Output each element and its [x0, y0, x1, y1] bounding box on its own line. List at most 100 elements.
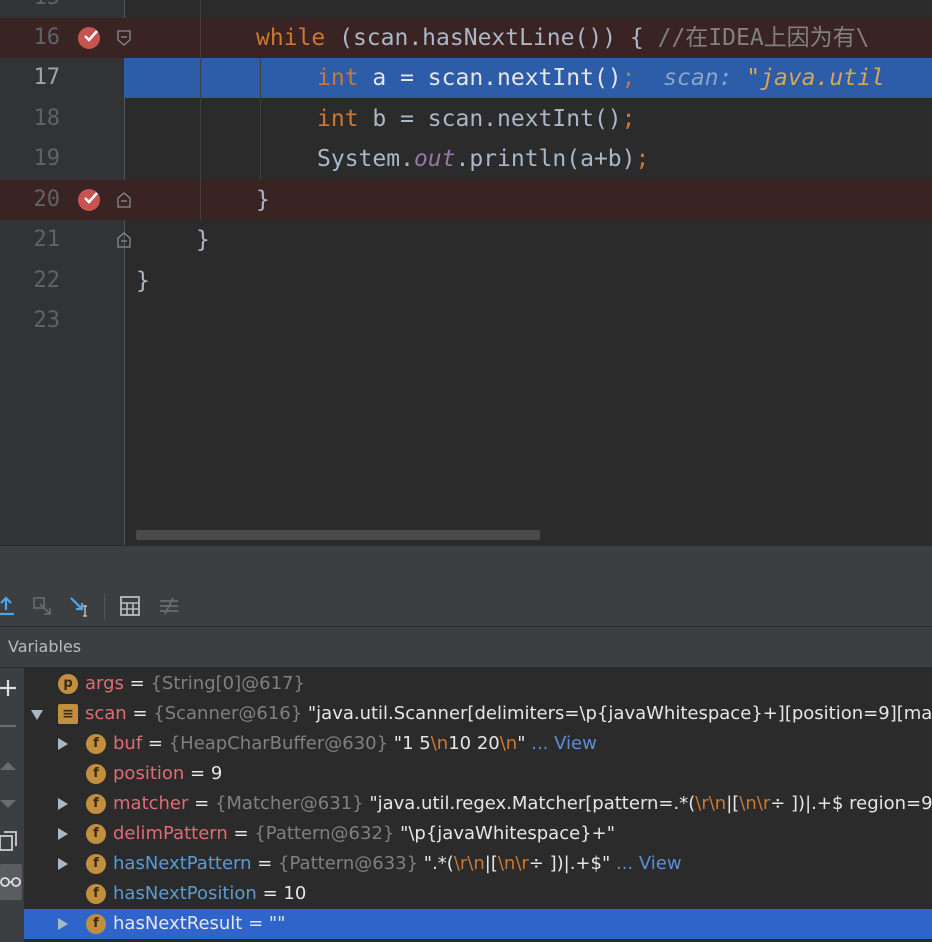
variable-row-delimPattern[interactable]: f delimPattern = {Pattern@632} "\p{javaW… [24, 819, 932, 849]
variable-row-scan[interactable]: ≡ scan = {Scanner@616} "java.util.Scanne… [24, 699, 932, 729]
variable-type: {Matcher@631} [214, 793, 364, 814]
variable-row-args[interactable]: p args = {String[0]@617} [24, 669, 932, 699]
code-line-18[interactable]: 18 int b = scan.nextInt(); [0, 99, 932, 139]
code-line-20[interactable]: 20 } [0, 180, 932, 220]
code-text: System.out.println(a+b); [317, 146, 650, 172]
line-number: 16 [33, 25, 61, 50]
code-line-15[interactable]: 15 [0, 0, 932, 18]
code-line-19[interactable]: 19 System.out.println(a+b); [0, 139, 932, 179]
horizontal-scrollbar[interactable] [136, 530, 540, 540]
variable-name: matcher [113, 793, 189, 814]
variable-type: {Pattern@632} [254, 823, 395, 844]
variable-value: "java.util.Scanner[delimiters=\p{javaWhi… [307, 703, 932, 724]
field-icon: f [86, 884, 106, 904]
parameter-icon: p [58, 674, 78, 694]
field-icon: f [86, 734, 106, 754]
down-icon[interactable] [0, 792, 24, 816]
variable-value: "" [268, 913, 286, 934]
variable-row-position[interactable]: f position = 9 [24, 759, 932, 789]
variable-name: hasNextPattern [113, 853, 252, 874]
variable-value: "\p{javaWhitespace}+" [394, 823, 615, 844]
run-to-cursor-icon[interactable] [68, 594, 92, 618]
indent-guide [260, 58, 261, 180]
drop-frame-icon[interactable] [30, 594, 54, 618]
breakpoint-icon[interactable] [78, 27, 100, 49]
line-number: 18 [33, 106, 61, 131]
line-number: 15 [0, 0, 61, 18]
expand-arrow-icon[interactable] [58, 858, 68, 870]
variable-row-hasNextPosition[interactable]: f hasNextPosition = 10 [24, 879, 932, 909]
debug-toolbar [0, 586, 932, 627]
variable-type: {HeapCharBuffer@630} [168, 733, 389, 754]
field-icon: f [86, 854, 106, 874]
indent-guide [200, 0, 201, 220]
code-text: } [196, 227, 210, 253]
add-watch-icon[interactable] [0, 676, 24, 700]
glasses-icon [0, 877, 21, 887]
code-text: } [256, 187, 270, 213]
variable-row-hasNextResult[interactable]: f hasNextResult = "" [24, 909, 932, 939]
expand-arrow-icon[interactable] [58, 798, 68, 810]
variable-name: delimPattern [113, 823, 228, 844]
line-number: 22 [33, 268, 61, 293]
up-icon[interactable] [0, 754, 24, 778]
variable-row-matcher[interactable]: f matcher = {Matcher@631} "java.util.reg… [24, 789, 932, 819]
debug-panel-header [0, 545, 932, 586]
collapse-arrow-icon[interactable] [31, 710, 43, 720]
breakpoint-icon[interactable] [78, 189, 100, 211]
copy-icon[interactable] [0, 830, 24, 854]
evaluate-expression-icon[interactable] [118, 594, 142, 618]
variable-row-buf[interactable]: f buf = {HeapCharBuffer@630} "1 5\n10 20… [24, 729, 932, 759]
code-text: } [136, 268, 150, 294]
variable-name: buf [113, 733, 143, 754]
code-line-22[interactable]: 22 } [0, 261, 932, 301]
code-text: while (scan.hasNextLine()) { //在IDEA上因为有… [256, 25, 870, 51]
field-icon: f [86, 794, 106, 814]
fold-icon[interactable] [117, 232, 131, 248]
code-text: int b = scan.nextInt(); [317, 106, 636, 132]
toolbar-separator [104, 594, 105, 620]
code-line-17[interactable]: 17 int a = scan.nextInt(); scan: "java.u… [0, 58, 932, 98]
object-icon: ≡ [58, 704, 78, 724]
view-link[interactable]: ... View [526, 733, 597, 754]
fold-icon[interactable] [117, 192, 131, 208]
line-number: 21 [33, 227, 61, 252]
code-editor[interactable]: 15 16 while (scan.hasNextLine()) { //在ID… [0, 0, 932, 545]
variable-name: position [113, 763, 185, 784]
glasses-button[interactable] [0, 864, 22, 900]
variable-value: 10 [283, 883, 307, 904]
variable-type: {Pattern@633} [278, 853, 419, 874]
field-icon: f [86, 824, 106, 844]
expand-arrow-icon[interactable] [58, 738, 68, 750]
step-out-icon[interactable] [0, 594, 18, 618]
code-line-23[interactable]: 23 [0, 301, 932, 341]
variables-side-toolbar [0, 668, 24, 942]
variable-type: {Scanner@616} [153, 703, 303, 724]
variable-name: hasNextPosition [113, 883, 257, 904]
line-number: 19 [33, 146, 61, 171]
variable-name: hasNextResult [113, 913, 243, 934]
code-line-21[interactable]: 21 } [0, 220, 932, 260]
variables-title: Variables [8, 637, 82, 656]
remove-icon[interactable] [0, 714, 24, 738]
variable-name: args [85, 673, 124, 694]
inline-debug-label: scan: [635, 65, 747, 91]
line-number: 17 [33, 65, 61, 90]
variable-value: 9 [210, 763, 223, 784]
field-icon: f [86, 914, 106, 934]
line-number: 23 [33, 308, 61, 333]
variable-name: scan [85, 703, 127, 724]
inline-debug-value: "java.util [746, 65, 885, 91]
variable-row-hasNextPattern[interactable]: f hasNextPattern = {Pattern@633} ".*(\r\… [24, 849, 932, 879]
line-number: 20 [33, 187, 61, 212]
variable-type: {String[0]@617} [150, 673, 305, 694]
fold-icon[interactable] [117, 30, 131, 46]
trace-stream-icon[interactable] [157, 594, 181, 618]
variables-header: Variables [0, 627, 932, 668]
expand-arrow-icon[interactable] [58, 918, 68, 930]
field-icon: f [86, 764, 106, 784]
code-line-16[interactable]: 16 while (scan.hasNextLine()) { //在IDEA上… [0, 18, 932, 58]
code-text: int a = scan.nextInt(); scan: "java.util [317, 65, 885, 91]
expand-arrow-icon[interactable] [58, 828, 68, 840]
view-link[interactable]: ... View [610, 853, 682, 874]
